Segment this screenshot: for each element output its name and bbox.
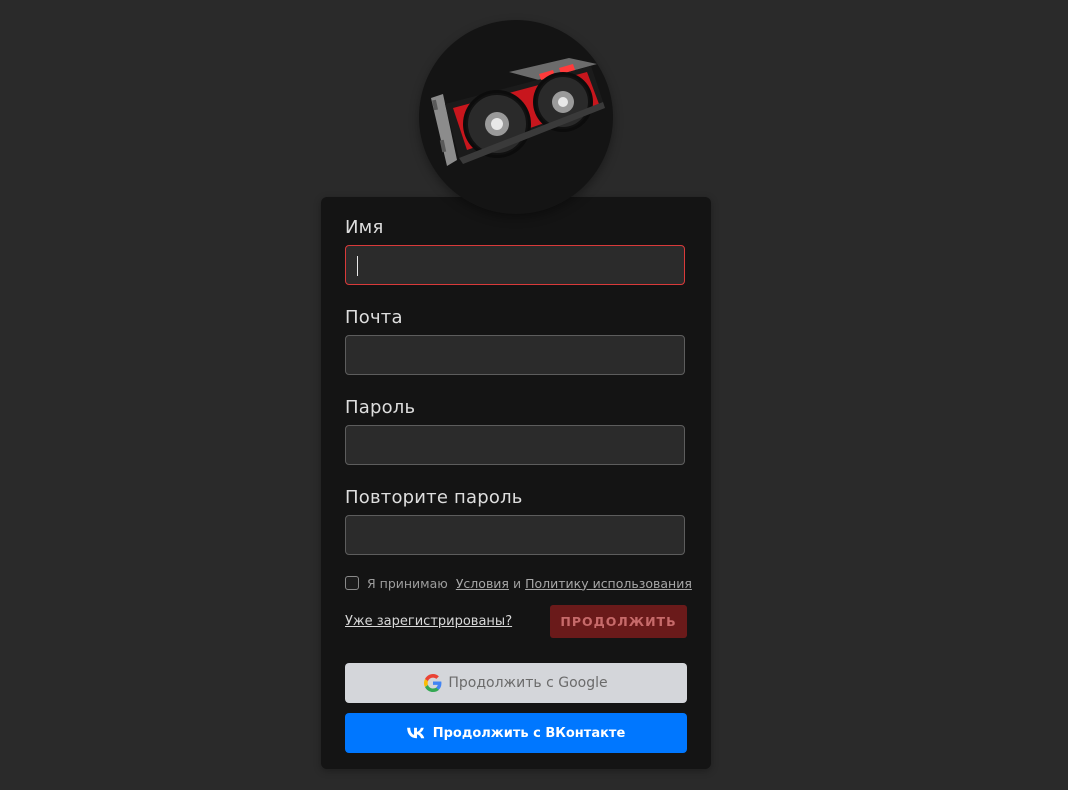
google-button-label: Продолжить с Google	[448, 675, 608, 691]
email-input[interactable]	[345, 335, 685, 375]
password-input[interactable]	[345, 425, 685, 465]
graphics-card-image	[431, 58, 605, 166]
repeat-password-label: Повторите пароль	[345, 487, 523, 508]
terms-prefix: Я принимаю	[367, 575, 448, 591]
email-label: Почта	[345, 307, 403, 328]
vk-button-label: Продолжить с ВКонтакте	[432, 725, 626, 741]
terms-row: Я принимаю Условия и Политику использова…	[345, 574, 692, 592]
vk-icon	[406, 727, 424, 739]
terms-checkbox[interactable]	[345, 576, 359, 590]
policy-link[interactable]: Политику использования	[525, 576, 692, 591]
graphics-card-logo	[419, 20, 613, 214]
repeat-password-input[interactable]	[345, 515, 685, 555]
registration-form: Имя Почта Пароль Повторите пароль Я прин…	[321, 197, 711, 769]
vk-signin-button[interactable]: Продолжить с ВКонтакте	[345, 713, 687, 753]
registration-page: Имя Почта Пароль Повторите пароль Я прин…	[0, 0, 1068, 790]
already-registered-link[interactable]: Уже зарегистрированы?	[345, 614, 512, 629]
terms-conjunction: и	[512, 575, 522, 591]
name-label: Имя	[345, 217, 384, 238]
google-icon	[424, 674, 442, 692]
password-label: Пароль	[345, 397, 416, 418]
continue-button[interactable]: ПРОДОЛЖИТЬ	[550, 605, 687, 638]
google-signin-button[interactable]: Продолжить с Google	[345, 663, 687, 703]
terms-link[interactable]: Условия	[456, 576, 509, 591]
text-caret	[357, 256, 358, 276]
name-input[interactable]	[345, 245, 685, 285]
